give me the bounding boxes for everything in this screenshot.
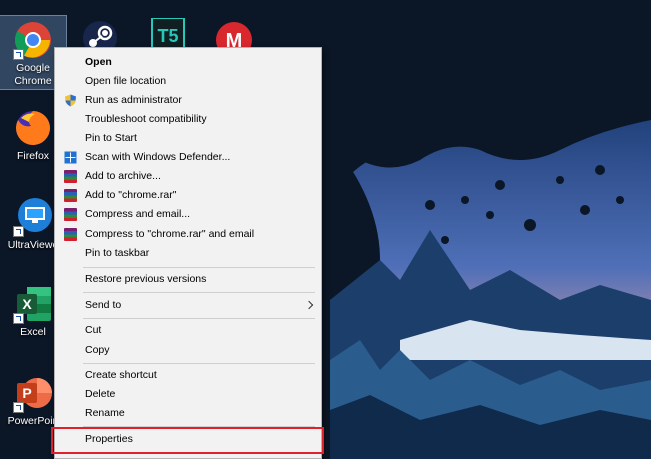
menu-item-label: Send to	[85, 299, 122, 311]
menu-item-label: Open file location	[85, 75, 167, 87]
firefox-icon	[13, 108, 53, 148]
menu-item-pin-to-taskbar[interactable]: Pin to taskbar	[55, 244, 321, 263]
menu-item-open[interactable]: Open	[55, 53, 321, 72]
menu-item-label: Delete	[85, 388, 116, 400]
menu-item-create-shortcut[interactable]: Create shortcut	[55, 366, 321, 385]
menu-item-label: Restore previous versions	[85, 273, 207, 285]
shortcut-arrow-icon	[13, 402, 24, 413]
menu-item-scan-with-defender[interactable]: Scan with Windows Defender...	[55, 148, 321, 167]
menu-item-open-file-location[interactable]: Open file location	[55, 72, 321, 91]
excel-glyph: X	[22, 296, 32, 312]
chevron-right-icon	[304, 300, 314, 310]
menu-item-compress-to-chrome-rar-and-email[interactable]: Compress to "chrome.rar" and email	[55, 225, 321, 244]
menu-item-restore-previous-versions[interactable]: Restore previous versions	[55, 270, 321, 289]
powerpoint-icon: P	[13, 373, 53, 413]
powerpoint-glyph: P	[22, 385, 31, 401]
excel-icon: X	[13, 284, 53, 324]
menu-item-label: Pin to taskbar	[85, 247, 150, 259]
menu-item-label: Compress to "chrome.rar" and email	[85, 228, 255, 240]
menu-item-copy[interactable]: Copy	[55, 341, 321, 360]
shortcut-arrow-icon	[13, 49, 24, 60]
menu-item-compress-and-email[interactable]: Compress and email...	[55, 205, 321, 224]
menu-item-label: Rename	[85, 407, 125, 419]
menu-item-rename[interactable]: Rename	[55, 404, 321, 423]
menu-item-add-to-chrome-rar[interactable]: Add to "chrome.rar"	[55, 186, 321, 205]
menu-item-label: Cut	[85, 324, 102, 336]
menu-item-label: Pin to Start	[85, 132, 137, 144]
menu-separator	[83, 267, 315, 268]
shortcut-arrow-icon	[13, 226, 24, 237]
menu-item-label: Scan with Windows Defender...	[85, 151, 231, 163]
menu-item-pin-to-start[interactable]: Pin to Start	[55, 129, 321, 148]
uac-shield-icon	[64, 94, 77, 107]
context-menu: Open Open file location Run as administr…	[54, 47, 322, 459]
windows-defender-icon	[64, 151, 77, 164]
winrar-icon	[64, 208, 77, 221]
menu-item-label: Open	[85, 56, 112, 68]
ultraviewer-icon	[13, 197, 53, 237]
properties-highlight-box	[51, 427, 324, 454]
menu-separator	[83, 318, 315, 319]
chrome-icon	[13, 20, 53, 60]
menu-item-label: Run as administrator	[85, 94, 182, 106]
menu-item-delete[interactable]: Delete	[55, 385, 321, 404]
menu-separator	[83, 292, 315, 293]
menu-separator	[83, 363, 315, 364]
menu-item-cut[interactable]: Cut	[55, 321, 321, 340]
menu-item-label: Compress and email...	[85, 208, 191, 220]
menu-item-label: Create shortcut	[85, 369, 157, 381]
menu-item-label: Add to "chrome.rar"	[85, 189, 177, 201]
winrar-icon	[64, 170, 77, 183]
menu-item-troubleshoot-compatibility[interactable]: Troubleshoot compatibility	[55, 110, 321, 129]
menu-item-add-to-archive[interactable]: Add to archive...	[55, 167, 321, 186]
tf-glyph: T5	[157, 26, 178, 46]
menu-item-label: Add to archive...	[85, 170, 161, 182]
winrar-icon	[64, 189, 77, 202]
menu-item-label: Troubleshoot compatibility	[85, 113, 207, 125]
shortcut-arrow-icon	[13, 313, 24, 324]
menu-item-label: Copy	[85, 344, 110, 356]
menu-item-run-as-administrator[interactable]: Run as administrator	[55, 91, 321, 110]
menu-item-send-to[interactable]: Send to	[55, 296, 321, 315]
winrar-icon	[64, 228, 77, 241]
